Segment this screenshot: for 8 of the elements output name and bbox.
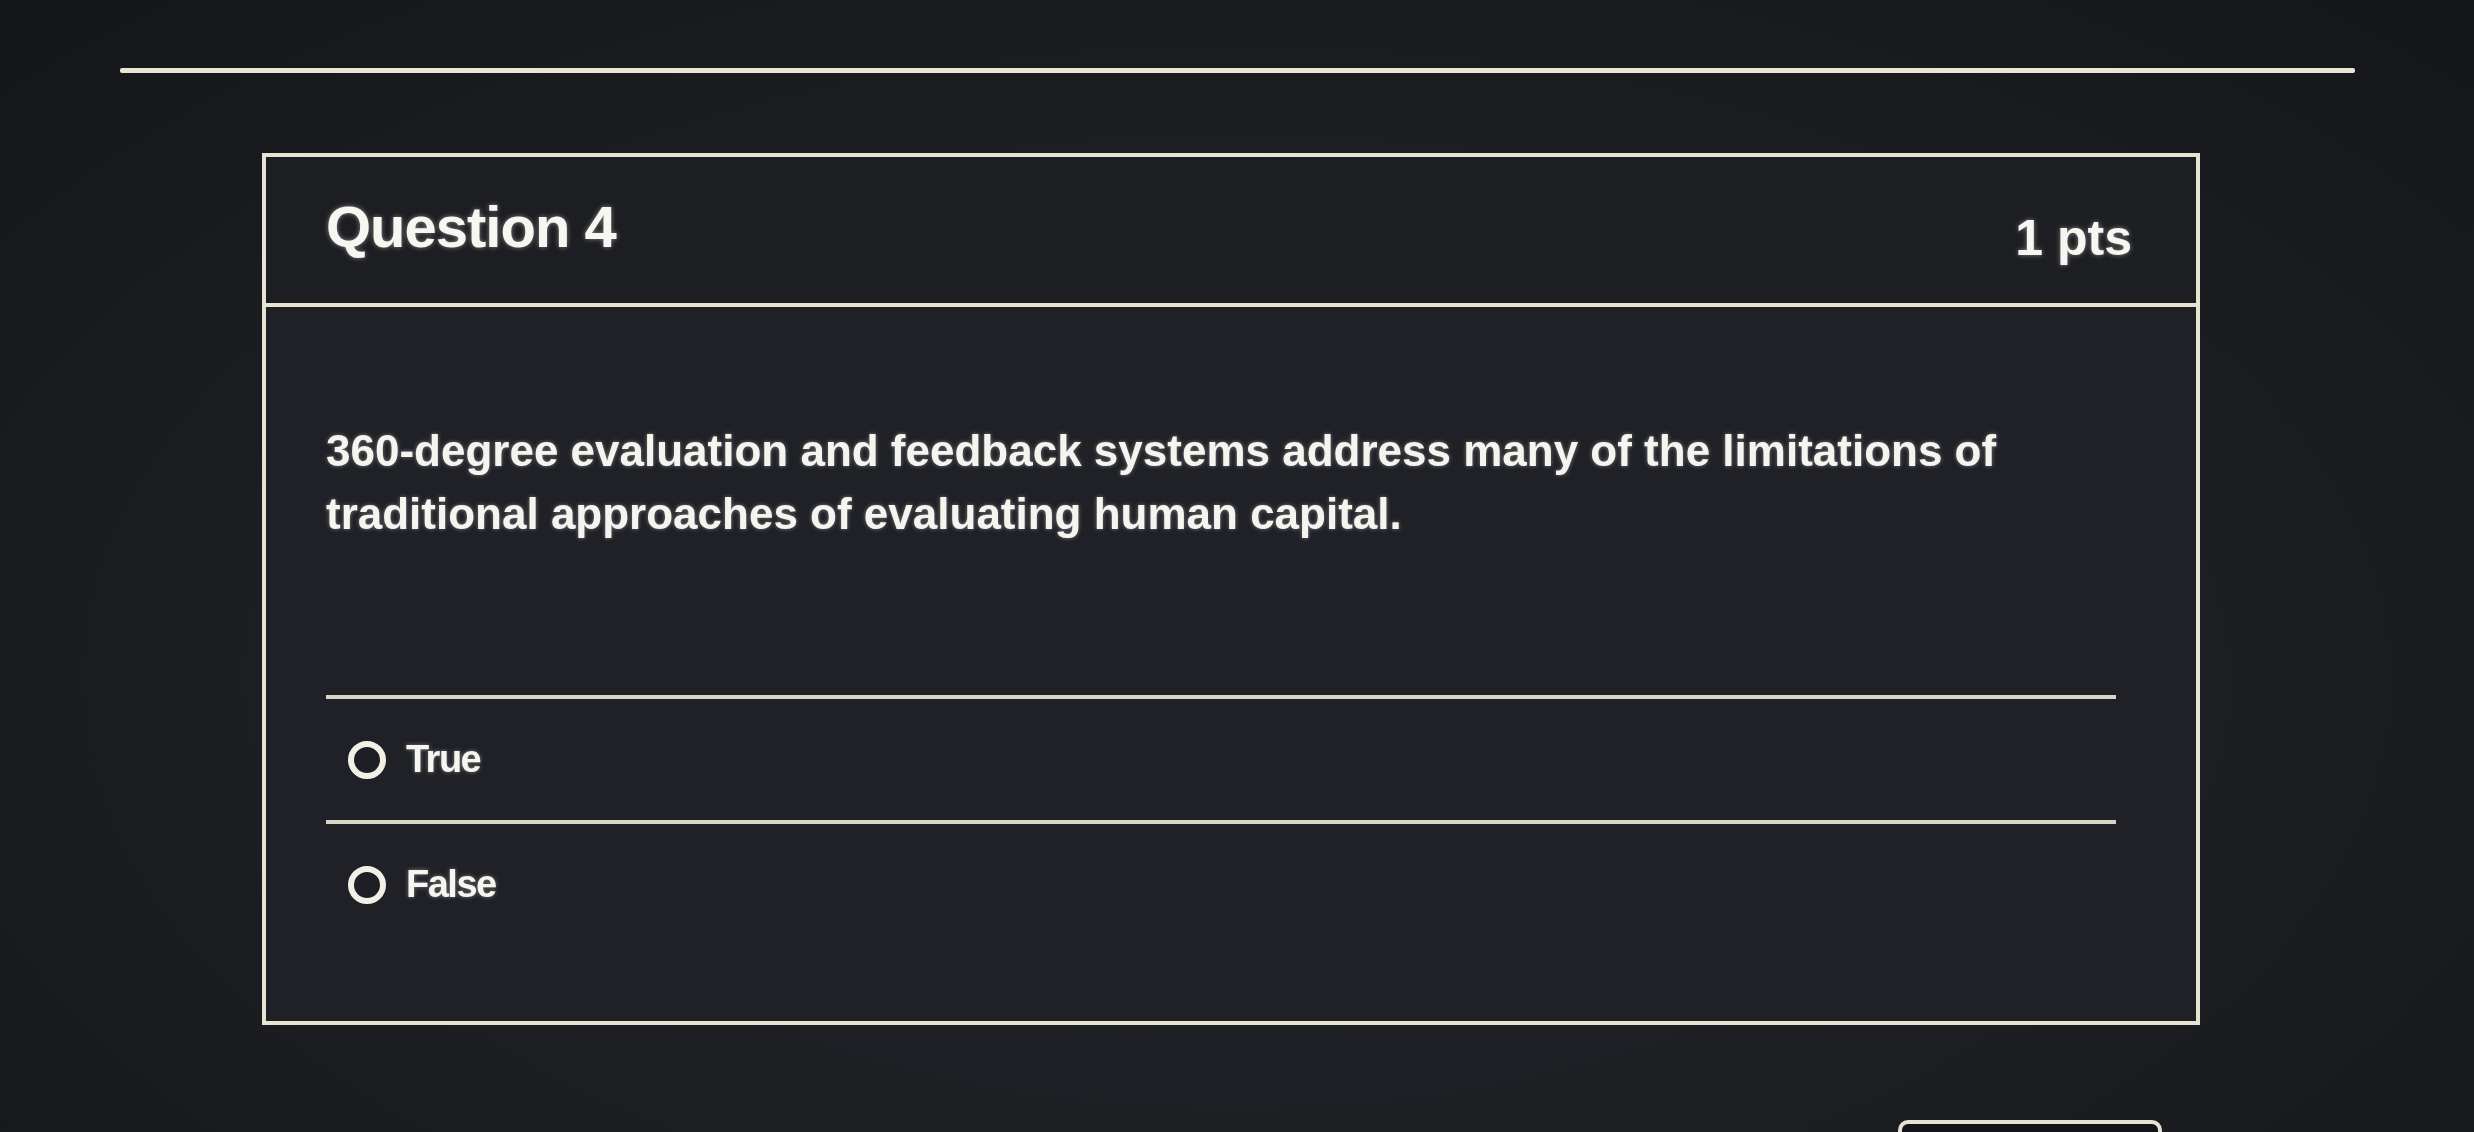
question-title: Question 4 (326, 193, 616, 260)
radio-button[interactable] (348, 740, 386, 779)
answer-label[interactable]: False (406, 863, 496, 906)
points-label: 1 pts (2015, 209, 2132, 267)
partial-button[interactable] (1898, 1120, 2162, 1132)
question-text: 360-degree evaluation and feedback systems address many of the limitations of traditional approaches of evaluating human capital. (326, 425, 1998, 540)
radio-button[interactable] (348, 865, 386, 904)
answer-label[interactable]: True (406, 738, 481, 781)
